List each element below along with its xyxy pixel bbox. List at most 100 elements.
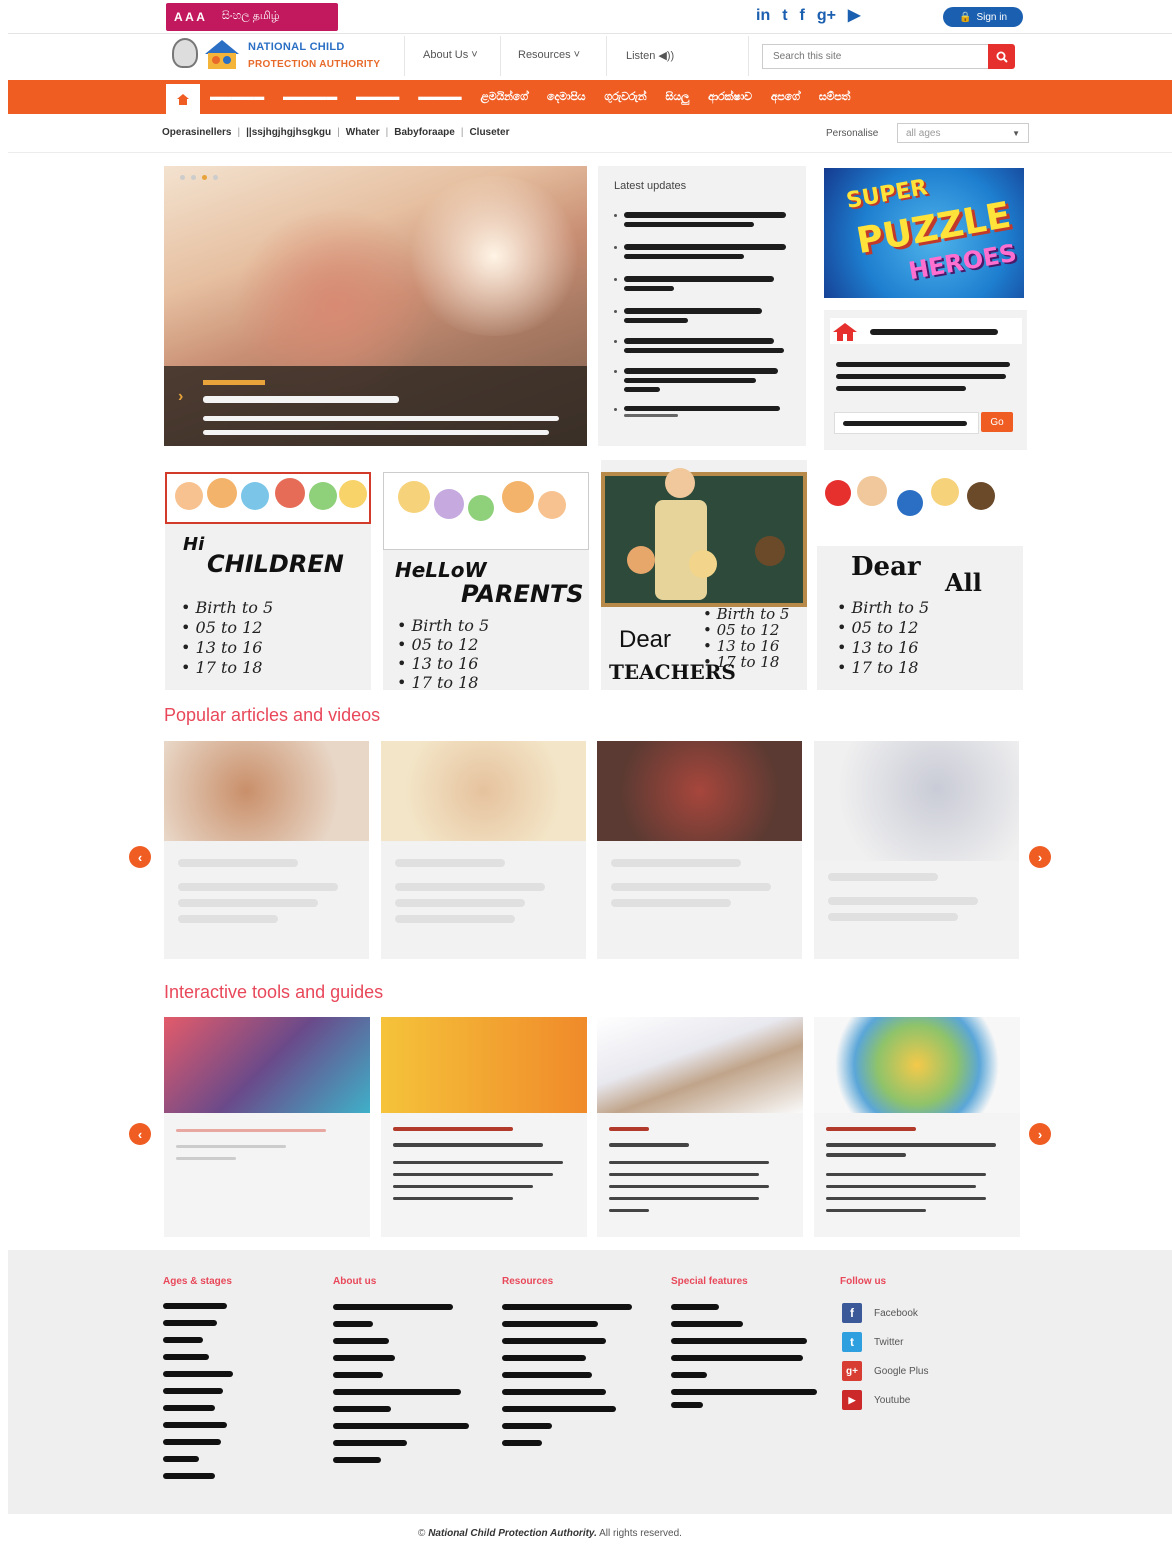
footer-link[interactable]	[502, 1355, 586, 1361]
footer-link[interactable]	[502, 1440, 542, 1446]
footer-link[interactable]	[671, 1304, 719, 1310]
sub-nav-item[interactable]: Operasinellers	[162, 127, 231, 138]
article-card[interactable]	[597, 741, 802, 959]
footer-link[interactable]	[333, 1321, 373, 1327]
footer-link[interactable]	[502, 1406, 616, 1412]
main-nav-item[interactable]: ▬▬▬▬	[356, 91, 399, 103]
carousel-prev-button[interactable]: ‹	[129, 846, 151, 868]
footer-link[interactable]	[163, 1337, 203, 1343]
main-nav-item[interactable]: සියලු	[666, 91, 690, 104]
hero-headline[interactable]	[203, 396, 399, 403]
footer-link[interactable]	[502, 1304, 632, 1310]
footer-youtube-link[interactable]: ▶ Youtube	[842, 1390, 910, 1410]
age-link[interactable]: Birth to 5	[703, 606, 790, 622]
footer-link[interactable]	[671, 1402, 703, 1408]
article-card[interactable]	[164, 741, 369, 959]
footer-facebook-link[interactable]: f Facebook	[842, 1303, 918, 1323]
tool-card[interactable]	[597, 1017, 803, 1237]
footer-link[interactable]	[671, 1338, 807, 1344]
main-nav-item[interactable]: ළමයින්ගේ	[480, 91, 528, 104]
footer-link[interactable]	[671, 1321, 743, 1327]
footer-link[interactable]	[333, 1457, 381, 1463]
main-nav-item[interactable]: සම්පත්	[819, 91, 851, 104]
go-button[interactable]: Go	[981, 412, 1013, 432]
footer-link[interactable]	[163, 1439, 221, 1445]
age-link[interactable]: 13 to 16	[837, 638, 929, 658]
footer-link[interactable]	[671, 1372, 707, 1378]
youtube-icon[interactable]: ▶	[848, 6, 860, 26]
slider-dot[interactable]	[191, 175, 196, 180]
footer-link[interactable]	[163, 1320, 217, 1326]
slider-dot[interactable]	[213, 175, 218, 180]
national-emblem-logo[interactable]	[172, 38, 198, 68]
article-card[interactable]	[381, 741, 586, 959]
footer-link[interactable]	[502, 1423, 552, 1429]
chevron-right-icon[interactable]: ›	[178, 388, 183, 406]
audience-card-parents[interactable]: HeLLoW PARENTS Birth to 5 05 to 12 13 to…	[383, 472, 589, 690]
carousel-next-button[interactable]: ›	[1029, 1123, 1051, 1145]
puzzle-heroes-banner[interactable]: SUPER PUZZLE HEROES	[824, 168, 1024, 298]
ncpa-house-logo[interactable]	[203, 38, 241, 70]
footer-twitter-link[interactable]: t Twitter	[842, 1332, 903, 1352]
search-input[interactable]	[762, 44, 988, 69]
tool-card[interactable]	[814, 1017, 1020, 1237]
age-link[interactable]: 17 to 18	[397, 673, 489, 690]
list-item[interactable]	[614, 306, 794, 336]
footer-link[interactable]	[333, 1304, 453, 1310]
age-link[interactable]: 05 to 12	[397, 635, 489, 654]
footer-link[interactable]	[333, 1389, 461, 1395]
age-link[interactable]: 13 to 16	[703, 638, 789, 654]
age-link[interactable]: Birth to 5	[837, 598, 930, 618]
list-item[interactable]	[614, 366, 794, 404]
site-title[interactable]: NATIONAL CHILD PROTECTION AUTHORITY	[248, 39, 380, 73]
footer-link[interactable]	[163, 1405, 215, 1411]
carousel-next-button[interactable]: ›	[1029, 846, 1051, 868]
age-link[interactable]: 13 to 16	[397, 654, 489, 673]
footer-link[interactable]	[163, 1354, 209, 1360]
footer-link[interactable]	[333, 1406, 391, 1412]
audience-card-all[interactable]: Dear All Birth to 5 05 to 12 13 to 16 17…	[817, 472, 1023, 690]
footer-link[interactable]	[163, 1456, 199, 1462]
signin-button[interactable]: 🔒 Sign in	[943, 7, 1023, 27]
carousel-prev-button[interactable]: ‹	[129, 1123, 151, 1145]
footer-link[interactable]	[163, 1422, 227, 1428]
sub-nav-item[interactable]: Cluseter	[469, 127, 509, 138]
age-link[interactable]: 17 to 18	[181, 658, 273, 678]
footer-link[interactable]	[333, 1440, 407, 1446]
age-link[interactable]: 17 to 18	[837, 658, 929, 678]
font-size-controls[interactable]: A A A	[174, 10, 205, 24]
age-link[interactable]: Birth to 5	[181, 598, 274, 618]
footer-link[interactable]	[502, 1389, 606, 1395]
tool-card[interactable]	[381, 1017, 587, 1237]
nav-resources[interactable]: Resources ˅	[518, 49, 580, 61]
twitter-icon[interactable]: t	[782, 6, 787, 26]
footer-link[interactable]	[671, 1355, 803, 1361]
list-item[interactable]	[614, 336, 794, 366]
list-item[interactable]	[614, 274, 794, 306]
footer-link[interactable]	[333, 1355, 395, 1361]
main-nav-item[interactable]: ▬▬▬▬▬	[283, 91, 337, 103]
listen-button[interactable]: Listen ◀))	[626, 49, 674, 62]
audience-card-teachers[interactable]: Birth to 5 05 to 12 13 to 16 17 to 18 De…	[601, 460, 807, 690]
facebook-icon[interactable]: f	[800, 6, 805, 26]
sub-nav-item[interactable]: Whater	[346, 127, 380, 138]
home-tab[interactable]	[166, 84, 200, 114]
footer-link[interactable]	[333, 1338, 389, 1344]
language-switcher[interactable]: සිංහල தமிழ்	[222, 10, 280, 24]
footer-link[interactable]	[671, 1389, 817, 1395]
footer-link[interactable]	[333, 1372, 383, 1378]
ages-select[interactable]: all ages ▼	[897, 123, 1029, 143]
main-nav-item[interactable]: අපගේ	[771, 91, 800, 104]
footer-google-plus-link[interactable]: g+ Google Plus	[842, 1361, 928, 1381]
promo-input[interactable]	[834, 412, 979, 434]
linkedin-icon[interactable]: in	[756, 6, 770, 26]
footer-link[interactable]	[502, 1338, 606, 1344]
footer-link[interactable]	[163, 1388, 223, 1394]
age-link[interactable]: Birth to 5	[397, 616, 490, 635]
article-card[interactable]	[814, 741, 1019, 959]
footer-link[interactable]	[333, 1423, 469, 1429]
sub-nav-item[interactable]: Babyforaape	[394, 127, 455, 138]
footer-link[interactable]	[163, 1371, 233, 1377]
age-link[interactable]: 13 to 16	[181, 638, 273, 658]
list-item[interactable]	[614, 404, 794, 424]
